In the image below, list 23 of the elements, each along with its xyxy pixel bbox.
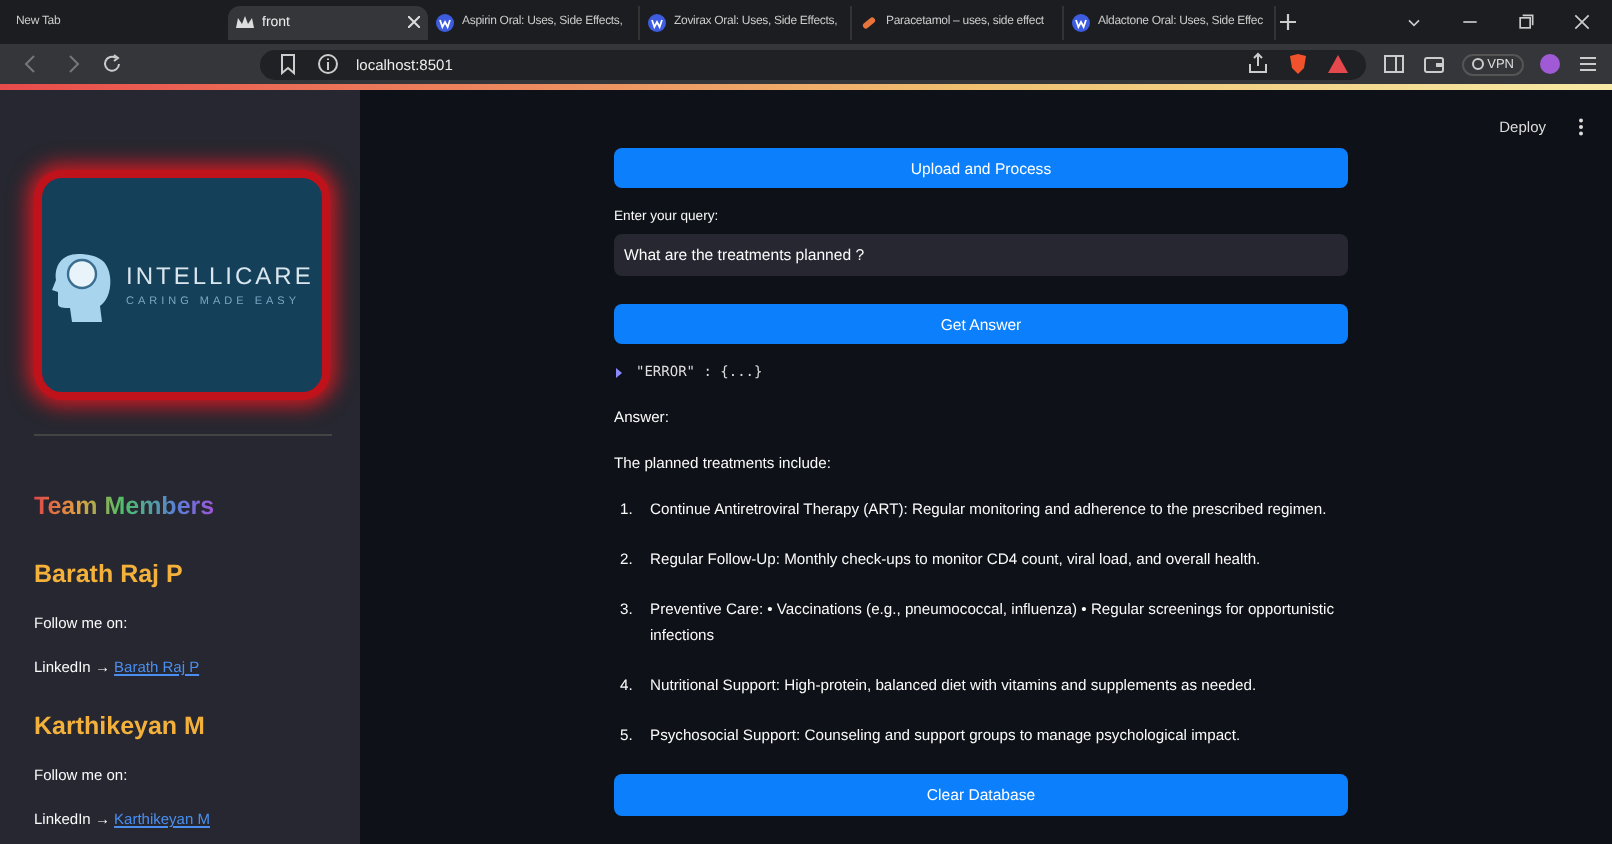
member-name: Barath Raj P xyxy=(34,560,185,588)
close-icon[interactable] xyxy=(408,16,420,28)
plus-icon[interactable] xyxy=(1276,10,1300,34)
wallet-icon[interactable] xyxy=(1421,52,1446,76)
sidebar-icon[interactable] xyxy=(1381,52,1406,76)
crown-icon xyxy=(236,15,254,29)
restore-icon[interactable] xyxy=(1516,10,1536,34)
member-name: Karthikeyan M xyxy=(34,712,207,740)
share-icon[interactable] xyxy=(1245,52,1270,76)
logo-title: INTELLICARE xyxy=(126,262,314,290)
team-heading: Team Members xyxy=(34,492,215,520)
more-icon[interactable] xyxy=(1578,118,1584,136)
close-icon[interactable] xyxy=(1572,10,1592,34)
profile-avatar[interactable] xyxy=(1540,54,1560,74)
reload-icon[interactable] xyxy=(100,52,124,76)
menu-icon[interactable] xyxy=(1576,52,1600,76)
circle-w-icon xyxy=(1072,13,1090,31)
circle-w-icon xyxy=(648,13,666,31)
triangle-icon[interactable] xyxy=(1325,52,1350,76)
info-icon[interactable] xyxy=(316,52,340,76)
expand-icon[interactable] xyxy=(614,367,624,377)
bookmark-icon[interactable] xyxy=(276,52,300,76)
circle-w-icon xyxy=(436,13,454,31)
